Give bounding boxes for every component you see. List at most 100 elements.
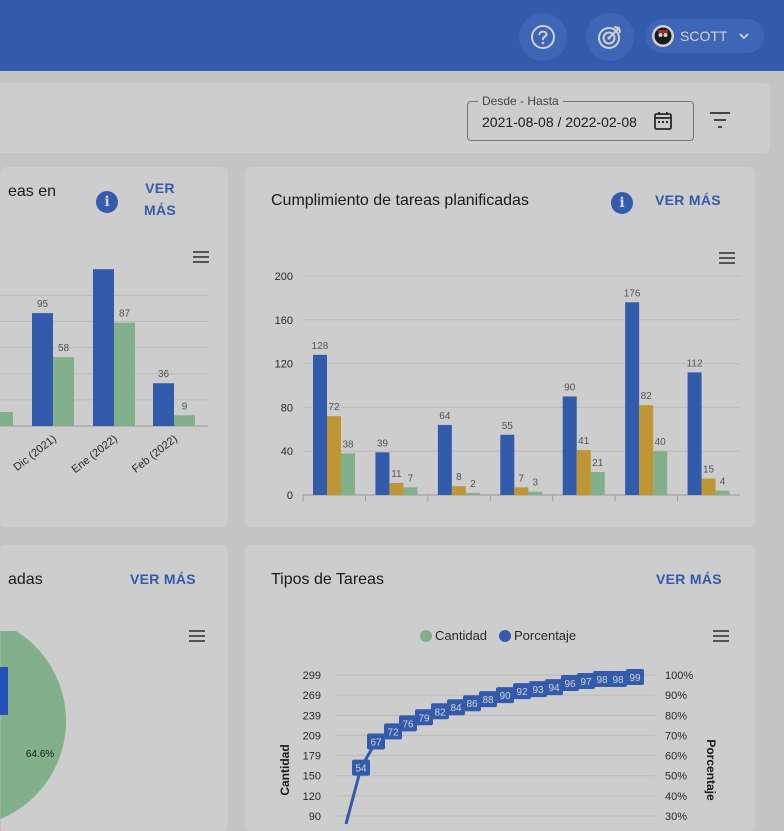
y-tick-label: 209 xyxy=(303,730,321,742)
data-label: 4 xyxy=(720,477,726,488)
y2-tick-label: 70% xyxy=(665,730,687,742)
question-circle-icon xyxy=(531,25,555,49)
y-tick-label: 179 xyxy=(303,751,321,763)
date-range-value: 2021-08-08 / 2022-02-08 xyxy=(482,114,637,130)
data-label: 82 xyxy=(641,391,653,402)
bar xyxy=(590,472,605,495)
data-label: 21 xyxy=(592,458,604,469)
y-tick-label: 120 xyxy=(275,359,293,371)
data-label: 95 xyxy=(37,299,49,310)
bar xyxy=(500,434,515,495)
y2-tick-label: 50% xyxy=(665,771,687,783)
data-label: 7 xyxy=(519,473,525,484)
pie-slice xyxy=(0,631,66,820)
bar xyxy=(576,450,591,495)
card-title: eas en xyxy=(8,183,57,200)
data-label: 92 xyxy=(516,687,528,698)
card-tipos-de-tareas: Tipos de Tareas VER MÁS 299 100% 269 90% 239… xyxy=(245,545,755,831)
bar xyxy=(451,486,466,495)
legend-marker xyxy=(420,630,432,642)
tick-label: Dic (2021) xyxy=(11,433,58,474)
goals-button[interactable] xyxy=(586,13,634,61)
data-label: 98 xyxy=(596,675,608,686)
y-tick-label: 269 xyxy=(303,690,321,702)
y2-tick-label: 40% xyxy=(665,791,687,803)
finalizadas-pie-chart: 64.6% xyxy=(0,631,66,831)
tipos-de-tareas-chart: 299 100% 269 90% 239 80% 209 70% 179 60% 150 50% 120… xyxy=(278,628,718,825)
bar xyxy=(32,313,53,426)
card-title: Tipos de Tareas xyxy=(271,571,384,588)
data-label: 98 xyxy=(612,675,624,686)
user-avatar-icon xyxy=(654,27,672,45)
ver-mas-button[interactable]: VER MÁS xyxy=(656,568,722,590)
bar xyxy=(327,416,341,495)
data-label: 128 xyxy=(312,341,329,352)
menu-icon[interactable] xyxy=(192,250,210,264)
card-title: adas xyxy=(8,571,43,588)
data-label: 97 xyxy=(580,677,592,688)
data-label: 8 xyxy=(456,472,462,483)
cumplimiento-chart: 040801201602001287238 3911 76482557 3904121… xyxy=(275,271,740,502)
legend-marker xyxy=(499,630,511,642)
ver-mas-button[interactable]: VER MÁS xyxy=(655,189,721,211)
menu-icon[interactable] xyxy=(718,251,736,265)
card-tasks-by-month: eas en i VER MÁS 9558Dic (2021)13287Ene … xyxy=(0,167,228,527)
data-label: 11 xyxy=(391,469,402,480)
data-label: 39 xyxy=(377,438,389,449)
bar xyxy=(514,487,529,495)
y-tick-label: 299 xyxy=(303,670,321,682)
y2-tick-label: 100% xyxy=(665,670,693,682)
data-label: 54 xyxy=(355,764,367,775)
data-label: 86 xyxy=(466,699,478,710)
data-label: 15 xyxy=(703,465,715,476)
data-label: 72 xyxy=(328,402,340,413)
date-range-label: Desde - Hasta xyxy=(478,94,563,108)
bar xyxy=(153,383,174,426)
bar xyxy=(313,354,327,495)
legend-label: Cantidad xyxy=(435,628,487,643)
bar xyxy=(465,492,480,495)
filter-icon[interactable] xyxy=(708,110,732,130)
data-label: 9 xyxy=(182,401,188,412)
info-icon[interactable]: i xyxy=(611,192,633,214)
bar xyxy=(701,478,716,495)
ver-mas-button[interactable]: VER MÁS xyxy=(140,177,180,221)
data-label: 90 xyxy=(564,382,576,393)
chevron-down-icon xyxy=(739,33,750,40)
data-label: 2 xyxy=(470,479,476,490)
calendar-icon[interactable] xyxy=(652,110,674,132)
side-tab[interactable] xyxy=(0,667,8,715)
data-label: 76 xyxy=(402,719,414,730)
data-label: 67 xyxy=(370,737,382,748)
bar xyxy=(528,491,543,495)
pie-label: 64.6% xyxy=(26,749,54,760)
data-label: 72 xyxy=(387,727,399,738)
y-tick-label: 239 xyxy=(303,710,321,722)
bar xyxy=(562,396,577,495)
ver-mas-line-2: MÁS xyxy=(143,202,176,218)
data-label: 79 xyxy=(418,713,430,724)
data-label: 36 xyxy=(158,369,170,380)
bar xyxy=(114,322,135,426)
tick-label: Feb (2022) xyxy=(130,433,180,476)
y2-tick-label: 80% xyxy=(665,710,687,722)
info-icon[interactable]: i xyxy=(96,191,118,213)
y-tick-label: 120 xyxy=(303,791,321,803)
y2-tick-label: 30% xyxy=(665,811,687,823)
data-label: 88 xyxy=(482,695,494,706)
y-tick-label: 40 xyxy=(281,446,293,458)
avatar xyxy=(652,25,674,47)
date-range-field[interactable]: Desde - Hasta 2021-08-08 / 2022-02-08 xyxy=(467,94,694,141)
ver-mas-button[interactable]: VER MÁS xyxy=(130,568,196,590)
y-tick-label: 90 xyxy=(309,811,321,823)
bar xyxy=(375,452,390,495)
data-label: 96 xyxy=(564,679,576,690)
card-cumplimiento: Cumplimiento de tareas planificadas i VE… xyxy=(245,167,755,527)
target-icon xyxy=(598,26,621,49)
user-menu-button[interactable]: SCOTT xyxy=(646,19,764,53)
y2-tick-label: 60% xyxy=(665,751,687,763)
tasks-by-month-chart: 9558Dic (2021)13287Ene (2022)369Feb (202… xyxy=(0,269,208,476)
bar xyxy=(639,405,654,495)
help-button[interactable] xyxy=(519,13,567,61)
data-label: 87 xyxy=(119,309,131,320)
